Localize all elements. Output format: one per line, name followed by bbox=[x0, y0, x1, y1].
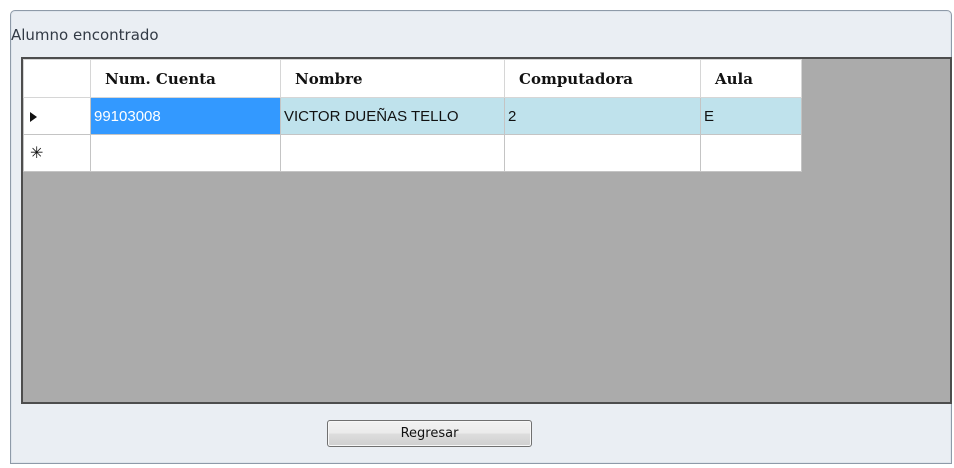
column-header-num-cuenta[interactable]: Num. Cuenta bbox=[90, 59, 281, 98]
cell-num-cuenta[interactable]: 99103008 bbox=[90, 97, 281, 135]
back-button[interactable]: Regresar bbox=[327, 420, 532, 447]
cell-computadora[interactable]: 2 bbox=[504, 97, 701, 135]
cell-aula[interactable]: E bbox=[700, 97, 802, 135]
table-row[interactable]: 99103008 VICTOR DUEÑAS TELLO 2 E bbox=[23, 97, 802, 135]
column-header-computadora[interactable]: Computadora bbox=[504, 59, 701, 98]
column-header-aula[interactable]: Aula bbox=[700, 59, 802, 98]
corner-header[interactable] bbox=[23, 59, 91, 98]
header-row: Num. Cuenta Nombre Computadora Aula bbox=[23, 59, 802, 98]
cell-new-computadora[interactable] bbox=[504, 134, 701, 172]
cell-nombre[interactable]: VICTOR DUEÑAS TELLO bbox=[280, 97, 505, 135]
new-row[interactable]: ✳ bbox=[23, 134, 802, 172]
cell-new-aula[interactable] bbox=[700, 134, 802, 172]
cell-new-nombre[interactable] bbox=[280, 134, 505, 172]
new-row-asterisk-icon: ✳ bbox=[30, 145, 44, 162]
current-row-arrow-icon bbox=[30, 112, 37, 123]
column-header-nombre[interactable]: Nombre bbox=[280, 59, 505, 98]
window-title: Alumno encontrado bbox=[11, 26, 159, 44]
data-grid[interactable]: Num. Cuenta Nombre Computadora Aula 9910… bbox=[21, 57, 952, 404]
row-header[interactable] bbox=[23, 97, 91, 135]
dialog-window: Alumno encontrado Num. Cuenta Nombre Com… bbox=[10, 10, 952, 464]
button-bar: Regresar bbox=[21, 404, 952, 460]
cell-new-num-cuenta[interactable] bbox=[90, 134, 281, 172]
results-table: Num. Cuenta Nombre Computadora Aula 9910… bbox=[23, 59, 802, 172]
row-header-new[interactable]: ✳ bbox=[23, 134, 91, 172]
